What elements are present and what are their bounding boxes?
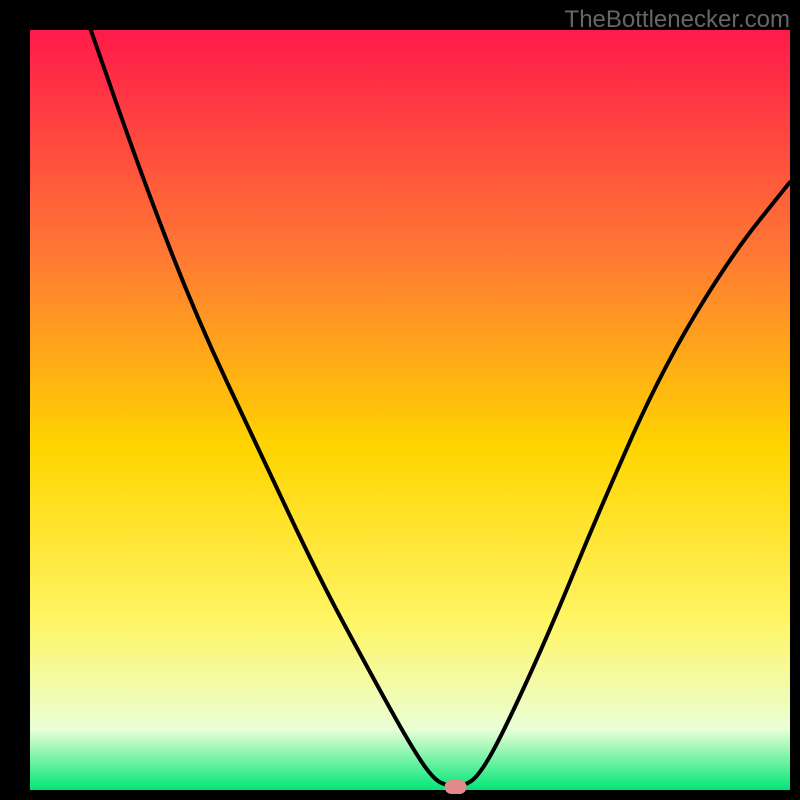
- optimal-point-marker: [445, 780, 467, 794]
- chart-svg: [0, 0, 800, 800]
- plot-area: [30, 30, 790, 790]
- bottleneck-chart: [0, 0, 800, 800]
- watermark-label: TheBottlenecker.com: [565, 6, 790, 34]
